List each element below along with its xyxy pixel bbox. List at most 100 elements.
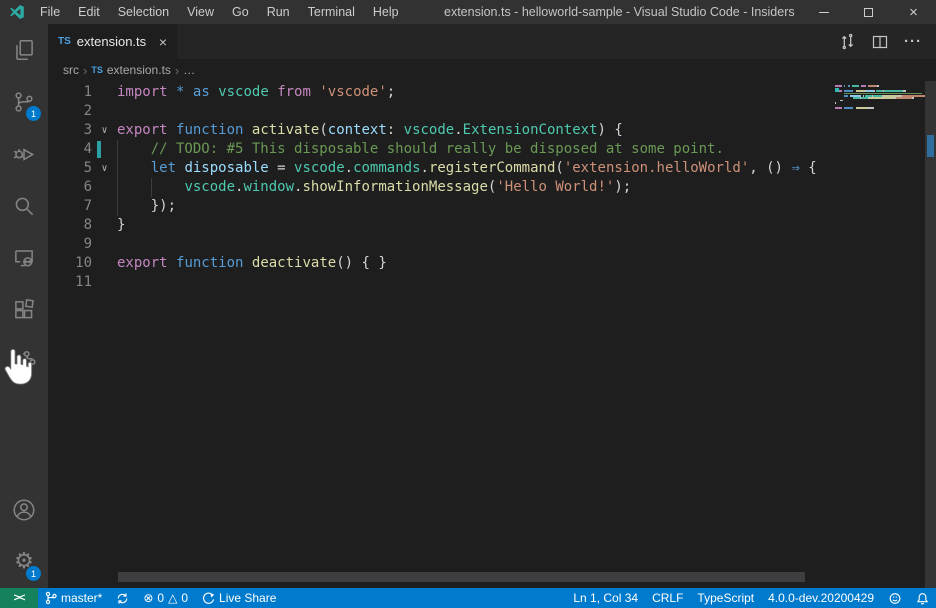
line-number: 4 <box>48 140 92 159</box>
vscode-window: File Edit Selection View Go Run Terminal… <box>0 0 936 608</box>
remote-indicator[interactable]: >< <box>0 588 38 608</box>
fold-gutter <box>92 273 117 292</box>
fold-gutter <box>92 83 117 102</box>
fold-chevron-icon[interactable]: ∨ <box>92 159 117 178</box>
code-line[interactable]: 3∨export function activate(context: vsco… <box>48 121 835 140</box>
code-text: let disposable = vscode.commands.registe… <box>117 159 817 178</box>
close-icon: × <box>909 5 918 20</box>
minimize-icon <box>819 12 829 13</box>
menu-help[interactable]: Help <box>364 0 408 24</box>
activity-bar: 1 <box>0 24 48 588</box>
indent-guide <box>151 178 152 197</box>
fold-gutter <box>92 140 117 159</box>
code-line[interactable]: 9 <box>48 235 835 254</box>
explorer-icon <box>11 37 37 63</box>
breadcrumb-file[interactable]: TS extension.ts <box>91 63 171 77</box>
source-control-badge: 1 <box>26 106 41 121</box>
horizontal-scrollbar[interactable] <box>118 572 805 582</box>
sync-button[interactable] <box>109 588 136 608</box>
line-number: 6 <box>48 178 92 197</box>
code-text: // TODO: #5 This disposable should reall… <box>117 140 724 159</box>
overview-ruler-marker <box>927 135 934 157</box>
sidebar-item-run-debug[interactable] <box>0 128 48 180</box>
menu-selection[interactable]: Selection <box>109 0 178 24</box>
vscode-insiders-logo-icon <box>9 4 25 20</box>
tab-close-icon[interactable]: × <box>159 35 167 49</box>
feedback-button[interactable] <box>881 588 909 608</box>
sidebar-item-explorer[interactable] <box>0 24 48 76</box>
error-icon: ⊗ <box>143 592 153 604</box>
menu-terminal[interactable]: Terminal <box>299 0 364 24</box>
indent-guide <box>117 140 118 159</box>
remote-icon: >< <box>14 592 25 604</box>
breadcrumb-symbol[interactable]: … <box>183 63 195 77</box>
cursor-position-status[interactable]: Ln 1, Col 34 <box>566 588 645 608</box>
indent-guide <box>117 178 118 197</box>
fold-chevron-icon[interactable]: ∨ <box>92 121 117 140</box>
typescript-file-icon: TS <box>91 65 103 75</box>
close-button[interactable]: × <box>891 0 936 24</box>
sidebar-item-search[interactable] <box>0 180 48 232</box>
fold-gutter <box>92 235 117 254</box>
code-line[interactable]: 5∨ let disposable = vscode.commands.regi… <box>48 159 835 178</box>
code-line[interactable]: 10export function deactivate() { } <box>48 254 835 273</box>
line-number: 5 <box>48 159 92 178</box>
menu-go[interactable]: Go <box>223 0 258 24</box>
branch-icon <box>45 591 57 605</box>
code-line[interactable]: 6 vscode.window.showInformationMessage('… <box>48 178 835 197</box>
minimap-line <box>835 109 925 111</box>
split-editor-icon[interactable] <box>872 34 888 50</box>
account-icon <box>11 497 37 523</box>
chevron-right-icon: › <box>83 63 87 78</box>
eol-status[interactable]: CRLF <box>645 588 690 608</box>
minimap-content <box>835 81 925 111</box>
fold-gutter <box>92 197 117 216</box>
code-line[interactable]: 11 <box>48 273 835 292</box>
git-branch-status[interactable]: master* <box>38 588 109 608</box>
sidebar-item-extensions[interactable] <box>0 284 48 336</box>
live-share-button[interactable]: Live Share <box>195 588 283 608</box>
code-lines[interactable]: 1import * as vscode from 'vscode';23∨exp… <box>48 83 835 292</box>
tab-bar: TS extension.ts × ··· <box>48 24 936 59</box>
code-line[interactable]: 1import * as vscode from 'vscode'; <box>48 83 835 102</box>
sidebar-item-source-control[interactable]: 1 <box>0 76 48 128</box>
accounts-button[interactable] <box>0 484 48 536</box>
fold-gutter <box>92 102 117 121</box>
code-line[interactable]: 2 <box>48 102 835 121</box>
overview-ruler[interactable] <box>925 81 936 588</box>
tab-extension-ts[interactable]: TS extension.ts × <box>48 24 178 59</box>
search-icon <box>11 193 37 219</box>
editor[interactable]: 1import * as vscode from 'vscode';23∨exp… <box>48 81 936 588</box>
live-share-icon <box>202 592 215 605</box>
menu-view[interactable]: View <box>178 0 223 24</box>
code-line[interactable]: 4 // TODO: #5 This disposable should rea… <box>48 140 835 159</box>
code-text: vscode.window.showInformationMessage('He… <box>117 178 631 197</box>
menu-edit[interactable]: Edit <box>69 0 109 24</box>
remote-explorer-icon <box>11 245 37 271</box>
minimize-button[interactable] <box>801 0 846 24</box>
sidebar-item-remote-explorer[interactable] <box>0 232 48 284</box>
code-text: } <box>117 216 125 235</box>
minimap[interactable] <box>835 81 925 588</box>
tab-label: extension.ts <box>77 34 146 49</box>
breadcrumb-src[interactable]: src <box>63 63 79 77</box>
menu-file[interactable]: File <box>31 0 69 24</box>
window-title: extension.ts - helloworld-sample - Visua… <box>444 0 795 24</box>
mouse-hand-cursor <box>2 346 38 388</box>
version-status[interactable]: 4.0.0-dev.20200429 <box>761 588 881 608</box>
language-mode-status[interactable]: TypeScript <box>690 588 761 608</box>
settings-button[interactable]: ⚙ 1 <box>0 536 48 588</box>
line-number: 2 <box>48 102 92 121</box>
breadcrumb: src › TS extension.ts › … <box>48 59 936 81</box>
line-number: 11 <box>48 273 92 292</box>
code-line[interactable]: 8} <box>48 216 835 235</box>
code-line[interactable]: 7 }); <box>48 197 835 216</box>
more-actions-icon[interactable]: ··· <box>904 33 922 50</box>
problems-status[interactable]: ⊗ 0 △ 0 <box>136 588 195 608</box>
menu-run[interactable]: Run <box>258 0 299 24</box>
line-number: 1 <box>48 83 92 102</box>
open-changes-icon[interactable] <box>839 33 856 50</box>
maximize-button[interactable] <box>846 0 891 24</box>
notifications-button[interactable] <box>909 588 936 608</box>
line-number: 10 <box>48 254 92 273</box>
